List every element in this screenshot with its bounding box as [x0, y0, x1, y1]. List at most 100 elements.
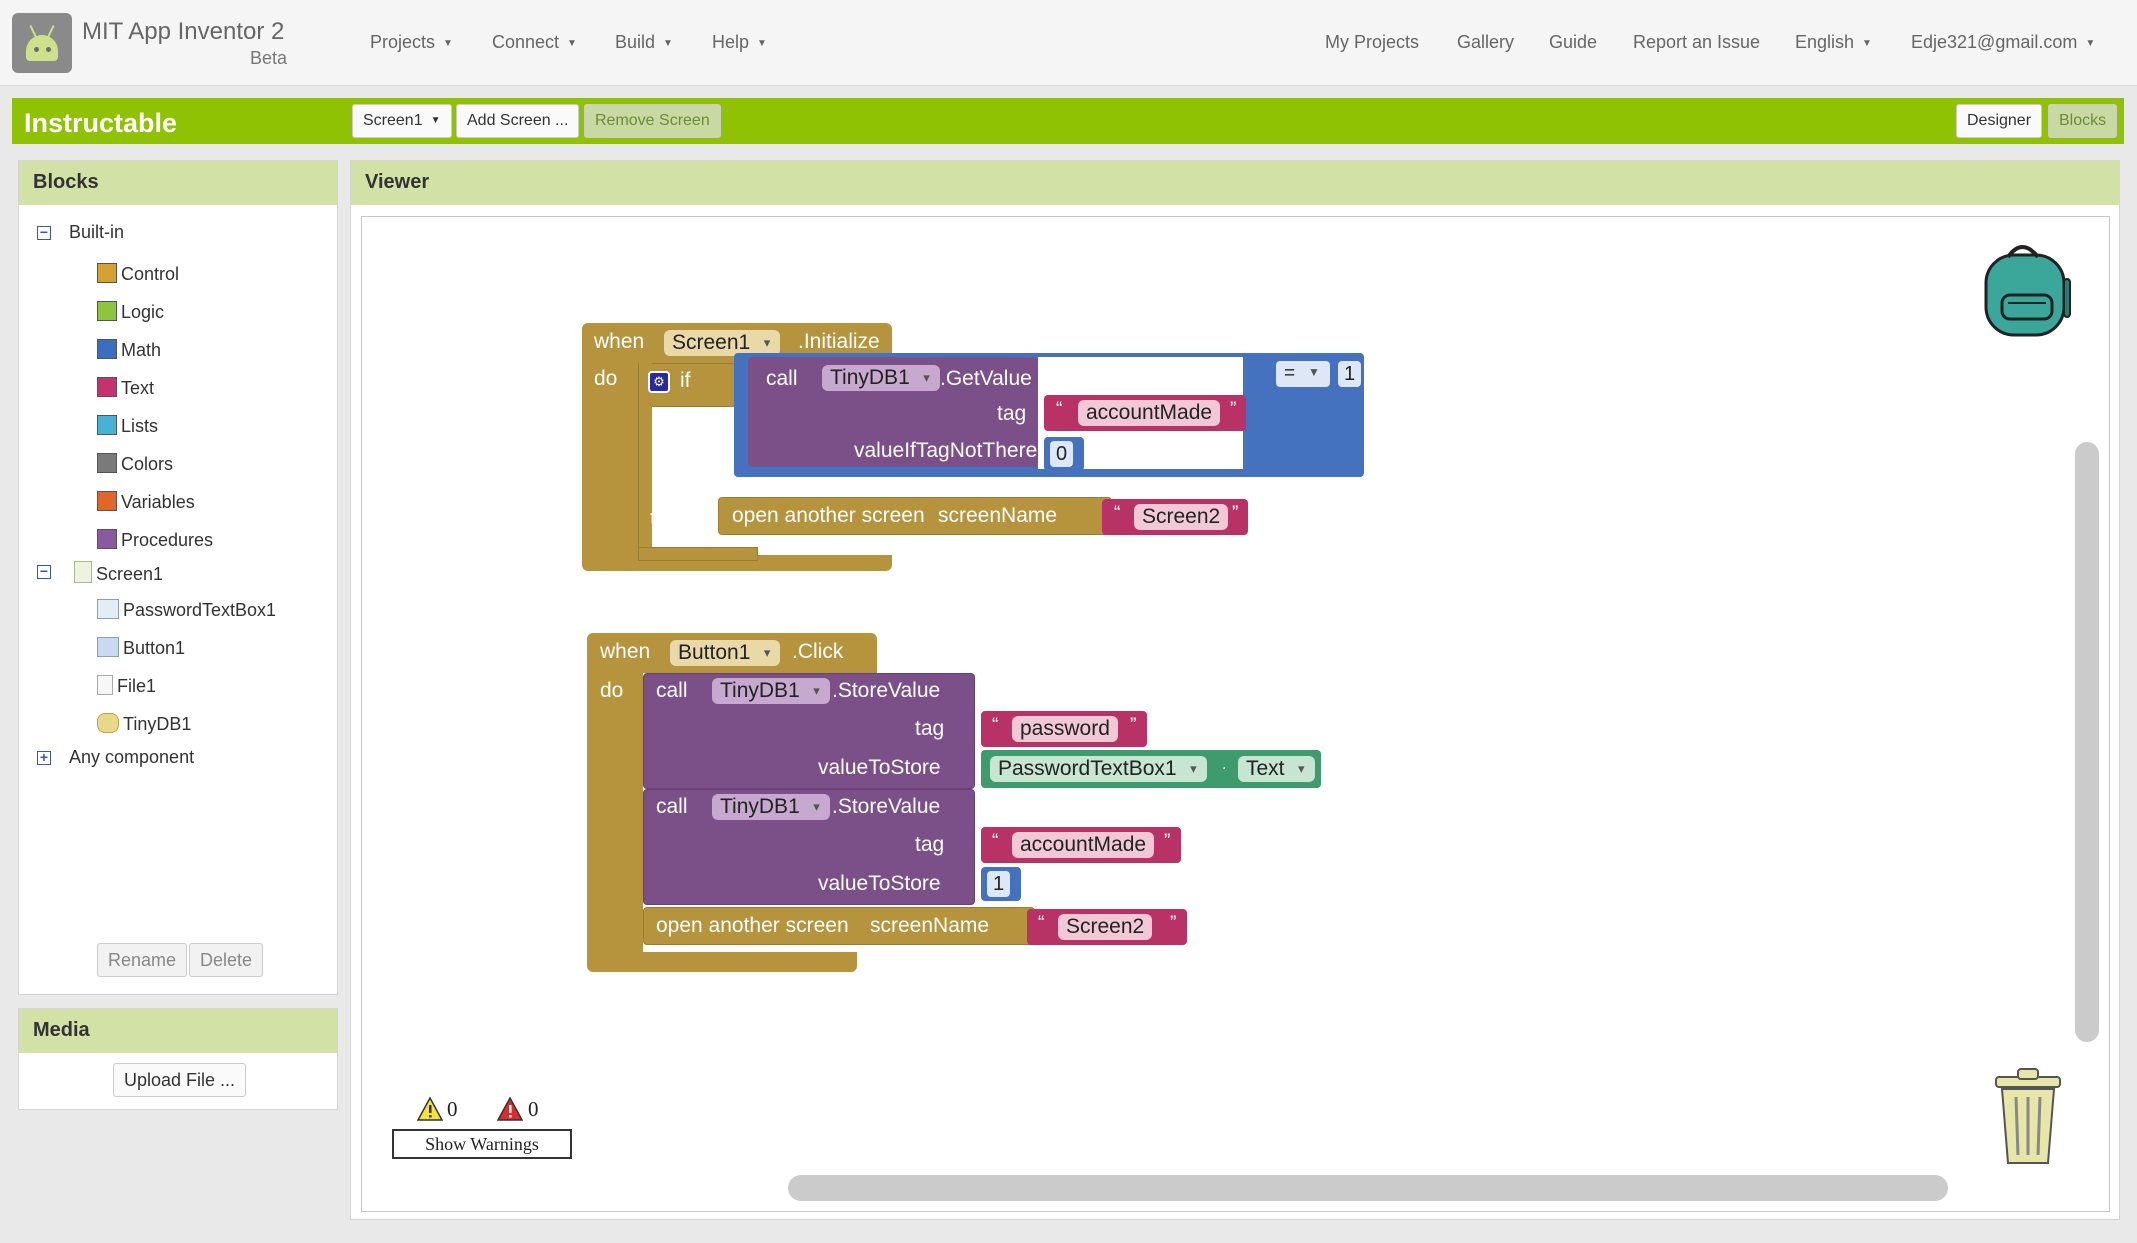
app-inventor-logo[interactable]: [12, 13, 72, 73]
number-value[interactable]: 0: [1050, 441, 1074, 467]
compare-right-number[interactable]: 1: [1338, 361, 1362, 387]
top-bar: MIT App Inventor 2 Beta Projects ▼ Connec…: [0, 0, 2137, 86]
blocks-panel: Blocks − Built-in Control Logic Math Tex…: [18, 160, 338, 995]
connect-menu[interactable]: Connect ▼: [492, 32, 577, 53]
chevron-down-icon: ▼: [1862, 38, 1872, 49]
value-to-store-label: valueToStore: [818, 756, 941, 779]
trash-can-icon[interactable]: [1990, 1067, 2066, 1167]
blocks-button[interactable]: Blocks: [2048, 104, 2118, 138]
my-projects-link[interactable]: My Projects: [1325, 32, 1419, 53]
compare-operator-dropdown[interactable]: = ▼: [1276, 361, 1330, 387]
drawer-math[interactable]: Math: [97, 339, 161, 361]
mutator-gear-icon[interactable]: ⚙: [648, 371, 670, 393]
tag-label: tag: [915, 717, 945, 740]
number-value[interactable]: 1: [987, 871, 1011, 897]
backpack-icon[interactable]: [1972, 237, 2076, 341]
project-toolbar: Instructable Screen1 ▼ Add Screen ... Rem…: [12, 98, 2124, 144]
viewer-title: Viewer: [351, 161, 2119, 205]
report-issue-link[interactable]: Report an Issue: [1633, 32, 1760, 53]
delete-button[interactable]: Delete: [189, 943, 264, 977]
chevron-down-icon: ▼: [663, 38, 673, 49]
projects-menu[interactable]: Projects ▼: [370, 32, 453, 53]
drawer-lists[interactable]: Lists: [97, 415, 158, 437]
open-screen-label: open another screen: [656, 914, 849, 937]
tree-passwordtextbox1[interactable]: PasswordTextBox1: [97, 599, 276, 621]
blocks-workspace[interactable]: when Screen1 .Initialize do ⚙ if then = …: [361, 216, 2110, 1212]
tinydb-dropdown[interactable]: TinyDB1: [712, 678, 830, 704]
text-value[interactable]: password: [1012, 716, 1118, 742]
database-icon: [97, 713, 119, 733]
guide-link[interactable]: Guide: [1549, 32, 1597, 53]
property-dropdown[interactable]: Text: [1238, 756, 1315, 782]
textbox-dropdown[interactable]: PasswordTextBox1: [990, 756, 1207, 782]
account-menu[interactable]: Edje321@gmail.com ▼: [1911, 32, 2095, 53]
error-icon: [497, 1097, 523, 1121]
tree-file1[interactable]: File1: [97, 675, 156, 697]
tinydb-dropdown[interactable]: TinyDB1: [712, 794, 830, 820]
project-name: Instructable: [24, 108, 178, 138]
control-swatch-icon: [97, 263, 117, 283]
call-label: call: [766, 367, 798, 390]
collapse-icon[interactable]: −: [37, 564, 51, 579]
designer-button[interactable]: Designer: [1956, 104, 2043, 138]
help-menu[interactable]: Help ▼: [712, 32, 767, 53]
screen-name-label: screenName: [938, 504, 1058, 527]
drawer-text[interactable]: Text: [97, 377, 154, 399]
close-quote: ”: [1130, 715, 1137, 736]
tree-screen1[interactable]: Screen1: [74, 561, 163, 585]
text-value[interactable]: Screen2: [1058, 914, 1153, 940]
language-menu[interactable]: English ▼: [1795, 32, 1872, 53]
event-body: [587, 667, 643, 967]
tree-any-component[interactable]: Any component: [69, 747, 194, 768]
collapse-icon[interactable]: −: [37, 225, 51, 240]
open-quote: “: [992, 831, 999, 852]
gallery-link[interactable]: Gallery: [1457, 32, 1514, 53]
then-label: then: [650, 507, 691, 530]
when-label: when: [594, 330, 645, 353]
button-icon: [97, 637, 119, 657]
tag-label: tag: [915, 833, 945, 856]
tree-tinydb1[interactable]: TinyDB1: [97, 713, 191, 735]
add-screen-button[interactable]: Add Screen ...: [456, 104, 580, 138]
rename-button[interactable]: Rename: [97, 943, 188, 977]
method-name: .GetValue: [940, 367, 1032, 390]
show-warnings-button[interactable]: Show Warnings: [392, 1129, 572, 1159]
drawer-control[interactable]: Control: [97, 263, 179, 285]
drawer-variables[interactable]: Variables: [97, 491, 195, 513]
property-dot: .: [1222, 756, 1227, 773]
chevron-down-icon: ▼: [757, 38, 767, 49]
upload-file-button[interactable]: Upload File ...: [113, 1063, 247, 1097]
open-quote: “: [992, 715, 999, 736]
vertical-scrollbar[interactable]: [2075, 442, 2099, 1042]
method-name: .StoreValue: [832, 679, 941, 702]
event-footer: [587, 952, 857, 972]
drawer-logic[interactable]: Logic: [97, 301, 164, 323]
call-label: call: [656, 795, 688, 818]
do-label: do: [600, 679, 624, 702]
build-menu[interactable]: Build ▼: [615, 32, 673, 53]
tinydb-dropdown[interactable]: TinyDB1: [822, 365, 940, 391]
file-icon: [97, 675, 113, 695]
remove-screen-button[interactable]: Remove Screen: [584, 104, 721, 138]
math-swatch-icon: [97, 339, 117, 359]
horizontal-scrollbar[interactable]: [788, 1175, 1948, 1201]
value-if-not-label: valueIfTagNotThere: [854, 439, 1038, 462]
text-value[interactable]: accountMade: [1078, 400, 1221, 426]
drawer-colors[interactable]: Colors: [97, 453, 173, 475]
text-value[interactable]: Screen2: [1134, 504, 1229, 530]
close-quote: ”: [1170, 913, 1177, 934]
tree-builtin[interactable]: Built-in: [69, 222, 124, 243]
screen-select[interactable]: Screen1 ▼: [352, 104, 452, 138]
expand-icon[interactable]: +: [37, 750, 51, 765]
text-value[interactable]: accountMade: [1012, 832, 1155, 858]
drawer-procedures[interactable]: Procedures: [97, 529, 213, 551]
component-dropdown[interactable]: Button1: [670, 640, 781, 666]
if-label: if: [680, 369, 691, 392]
open-quote: “: [1038, 913, 1045, 934]
method-name: .StoreValue: [832, 795, 941, 818]
lists-swatch-icon: [97, 415, 117, 435]
media-panel-title: Media: [19, 1009, 337, 1053]
event-name: .Click: [792, 640, 844, 663]
chevron-down-icon: ▼: [2085, 38, 2096, 49]
tree-button1[interactable]: Button1: [97, 637, 185, 659]
